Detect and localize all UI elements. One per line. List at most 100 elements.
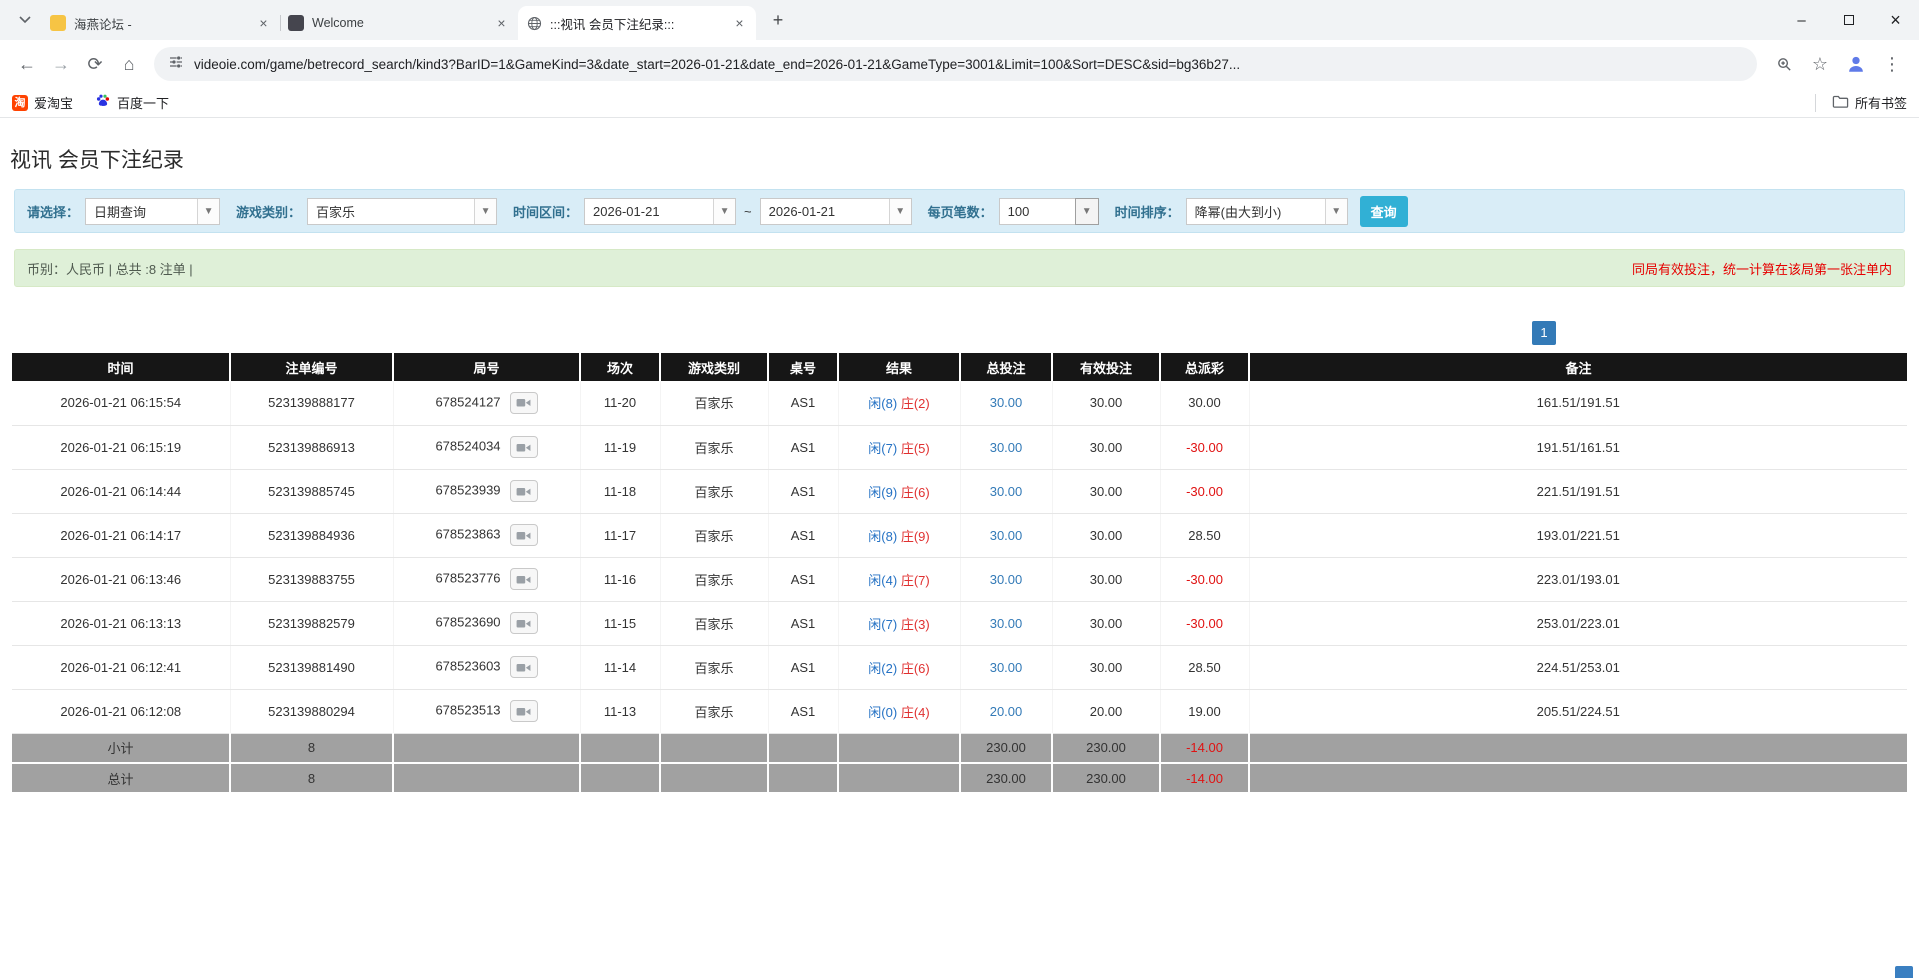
url-text: videoie.com/game/betrecord_search/kind3?… (194, 57, 1240, 72)
summary-label: 小计 (12, 733, 230, 763)
query-type-select[interactable]: 日期查询 ▼ (85, 198, 220, 225)
home-button[interactable]: ⌂ (112, 47, 146, 81)
table-row: 2026-01-21 06:13:13523139882579678523690… (12, 601, 1907, 645)
summary-empty (768, 763, 838, 793)
address-bar[interactable]: videoie.com/game/betrecord_search/kind3?… (154, 47, 1757, 81)
all-bookmarks-label: 所有书签 (1855, 93, 1907, 112)
reload-button[interactable]: ⟳ (78, 47, 112, 81)
table-row: 2026-01-21 06:12:41523139881490678523603… (12, 645, 1907, 689)
cell-total-bet[interactable]: 30.00 (960, 557, 1052, 601)
cell-payout: 19.00 (1160, 689, 1249, 733)
summary-empty (660, 733, 768, 763)
round-number: 678523513 (435, 702, 500, 717)
cell-time: 2026-01-21 06:14:17 (12, 513, 230, 557)
sort-select[interactable]: 降幂(由大到小) ▼ (1186, 198, 1348, 225)
summary-valid-bet: 230.00 (1052, 763, 1160, 793)
result-banker: 庄(9) (901, 529, 930, 544)
column-header: 结果 (838, 353, 960, 381)
game-type-label: 游戏类别： (236, 202, 301, 221)
table-row: 2026-01-21 06:14:44523139885745678523939… (12, 469, 1907, 513)
tab2-favicon (288, 15, 304, 31)
cell-note: 224.51/253.01 (1249, 645, 1907, 689)
cell-total-bet[interactable]: 30.00 (960, 381, 1052, 425)
result-banker: 庄(4) (901, 705, 930, 720)
cell-total-bet[interactable]: 30.00 (960, 601, 1052, 645)
cell-table-number: AS1 (768, 469, 838, 513)
replay-button[interactable] (510, 436, 538, 458)
summary-payout: -14.00 (1160, 733, 1249, 763)
cell-table-number: AS1 (768, 513, 838, 557)
forward-button[interactable]: → (44, 47, 78, 81)
profile-avatar[interactable] (1839, 47, 1873, 81)
cell-round: 678523939 (393, 469, 580, 513)
summary-label: 总计 (12, 763, 230, 793)
cell-total-bet[interactable]: 30.00 (960, 425, 1052, 469)
cell-total-bet[interactable]: 30.00 (960, 469, 1052, 513)
replay-button[interactable] (510, 524, 538, 546)
search-button[interactable]: 查询 (1360, 196, 1408, 227)
cell-total-bet[interactable]: 30.00 (960, 513, 1052, 557)
date-start-select[interactable]: 2026-01-21 ▼ (584, 198, 736, 225)
round-number: 678524034 (435, 438, 500, 453)
zoom-icon[interactable] (1767, 47, 1801, 81)
site-info-icon[interactable] (168, 54, 184, 75)
page-number-button[interactable]: 1 (1532, 321, 1556, 345)
cell-time: 2026-01-21 06:12:41 (12, 645, 230, 689)
cell-total-bet[interactable]: 20.00 (960, 689, 1052, 733)
close-tab-icon[interactable]: × (731, 15, 748, 32)
browser-menu-icon[interactable]: ⋮ (1875, 47, 1909, 81)
cell-session: 11-19 (580, 425, 660, 469)
cell-time: 2026-01-21 06:15:19 (12, 425, 230, 469)
chevron-down-icon: ▼ (1075, 198, 1099, 225)
cell-payout: 28.50 (1160, 513, 1249, 557)
maximize-button[interactable] (1825, 0, 1872, 40)
tab-1[interactable]: 海燕论坛 - × (42, 6, 280, 40)
bottom-pagination-partial[interactable] (1895, 966, 1913, 978)
cell-total-bet[interactable]: 30.00 (960, 645, 1052, 689)
replay-button[interactable] (510, 392, 538, 414)
tab-2[interactable]: Welcome × (280, 6, 518, 40)
cell-session: 11-20 (580, 381, 660, 425)
minimize-button[interactable]: – (1778, 0, 1825, 40)
subtotal-row: 小计8230.00230.00-14.00 (12, 733, 1907, 763)
bookmark-taobao[interactable]: 淘 爱淘宝 (12, 93, 73, 112)
filter-bar: 请选择： 日期查询 ▼ 游戏类别： 百家乐 ▼ 时间区间： 2026-01-21… (14, 189, 1905, 233)
replay-button[interactable] (510, 568, 538, 590)
table-row: 2026-01-21 06:14:17523139884936678523863… (12, 513, 1907, 557)
replay-button[interactable] (510, 656, 538, 678)
date-separator: ~ (744, 204, 752, 219)
taobao-icon: 淘 (12, 95, 28, 111)
result-player: 闲(7) (868, 441, 897, 456)
replay-button[interactable] (510, 700, 538, 722)
close-tab-icon[interactable]: × (493, 15, 510, 32)
back-button[interactable]: ← (10, 47, 44, 81)
summary-empty (768, 733, 838, 763)
video-icon (516, 529, 531, 542)
page-size-value: 100 (1000, 204, 1076, 219)
replay-button[interactable] (510, 612, 538, 634)
cell-game-type: 百家乐 (660, 557, 768, 601)
cell-payout: -30.00 (1160, 469, 1249, 513)
all-bookmarks[interactable]: 所有书签 (1815, 93, 1907, 112)
replay-button[interactable] (510, 480, 538, 502)
new-tab-button[interactable]: + (764, 6, 792, 34)
page-size-select[interactable]: 100 ▼ (999, 198, 1099, 225)
sort-value: 降幂(由大到小) (1187, 202, 1325, 221)
tab-search-button[interactable] (10, 5, 40, 35)
bookmark-label: 百度一下 (117, 93, 169, 112)
bookmark-star-icon[interactable]: ☆ (1803, 47, 1837, 81)
game-type-select[interactable]: 百家乐 ▼ (307, 198, 497, 225)
bookmark-baidu[interactable]: 百度一下 (95, 93, 169, 112)
close-window-button[interactable]: × (1872, 0, 1919, 40)
close-tab-icon[interactable]: × (255, 15, 272, 32)
video-icon (516, 485, 531, 498)
cell-time: 2026-01-21 06:13:13 (12, 601, 230, 645)
date-end-select[interactable]: 2026-01-21 ▼ (760, 198, 912, 225)
result-player: 闲(8) (868, 529, 897, 544)
cell-game-type: 百家乐 (660, 425, 768, 469)
summary-count: 8 (230, 763, 393, 793)
cell-note: 205.51/224.51 (1249, 689, 1907, 733)
select-type-label: 请选择： (27, 202, 79, 221)
tab-3-active[interactable]: :::视讯 会员下注纪录::: × (518, 6, 756, 40)
cell-round: 678523513 (393, 689, 580, 733)
